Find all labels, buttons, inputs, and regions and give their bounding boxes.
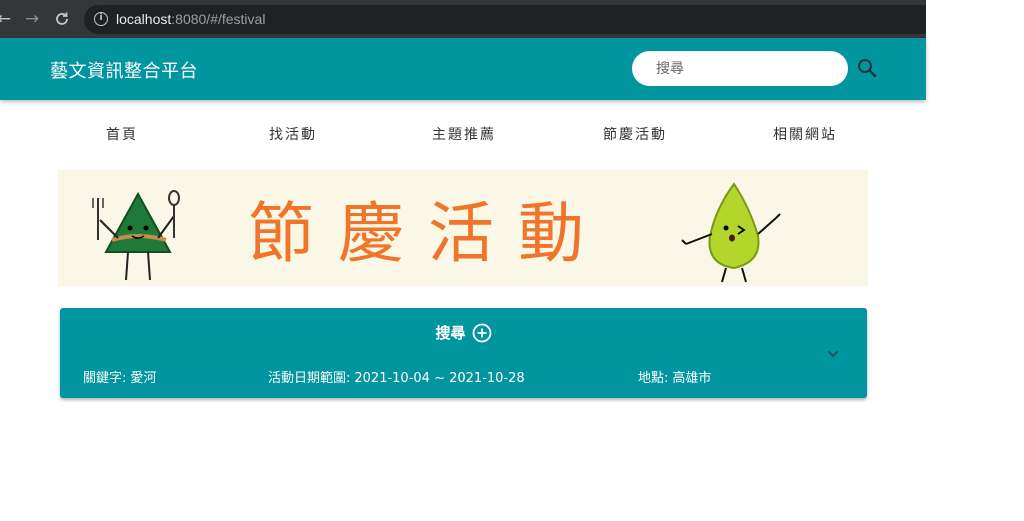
chrome-right-blank	[926, 0, 1024, 38]
nav-item-themes[interactable]: 主題推薦	[432, 124, 496, 144]
date-range-value: 2021-10-04 ~ 2021-10-28	[354, 371, 525, 386]
green-mascot-icon	[681, 182, 781, 283]
keyword-value: 愛河	[130, 371, 157, 386]
location-filter: 地點: 高雄市	[638, 367, 711, 386]
nav-item-festivals[interactable]: 節慶活動	[603, 124, 667, 144]
nav-item-home[interactable]: 首頁	[106, 124, 138, 144]
chevron-down-icon[interactable]	[824, 344, 842, 362]
browser-toolbar: ← → i localhost:8080/#/festival	[0, 0, 926, 38]
back-arrow-icon[interactable]: ←	[0, 9, 14, 29]
search-icon[interactable]	[855, 56, 879, 80]
url-text: localhost:8080/#/festival	[116, 11, 266, 27]
banner-title: 節慶活動	[248, 195, 608, 272]
search-panel-header: 搜尋	[60, 322, 867, 343]
forward-arrow-icon[interactable]: →	[22, 9, 42, 29]
site-info-icon[interactable]: i	[94, 12, 108, 26]
main-nav: 首頁 找活動 主題推薦 節慶活動 相關網站	[60, 124, 868, 148]
date-range-label: 活動日期範圍:	[268, 371, 351, 386]
nav-item-related-sites[interactable]: 相關網站	[773, 124, 837, 144]
add-circle-icon	[472, 323, 491, 342]
location-value: 高雄市	[672, 371, 712, 386]
reload-icon[interactable]	[52, 9, 72, 29]
nav-item-find-events[interactable]: 找活動	[269, 124, 317, 144]
location-label: 地點:	[638, 371, 669, 386]
date-range-filter: 活動日期範圍: 2021-10-04 ~ 2021-10-28	[268, 367, 525, 386]
brand-title[interactable]: 藝文資訊整合平台	[50, 57, 198, 83]
search-panel: 搜尋 關鍵字: 愛河 活動日期範圍: 2021-10-04 ~ 2021-10-28…	[60, 308, 867, 398]
keyword-filter: 關鍵字: 愛河	[83, 367, 156, 386]
expand-search-button[interactable]: 搜尋	[435, 322, 491, 343]
festival-banner: 節慶活動	[58, 170, 868, 286]
zongzi-mascot-icon	[92, 190, 180, 281]
keyword-label: 關鍵字:	[83, 371, 127, 386]
search-panel-title: 搜尋	[435, 324, 466, 342]
search-input[interactable]	[632, 51, 848, 86]
address-bar[interactable]: i localhost:8080/#/festival	[84, 5, 926, 34]
app-header: 藝文資訊整合平台	[0, 38, 926, 100]
